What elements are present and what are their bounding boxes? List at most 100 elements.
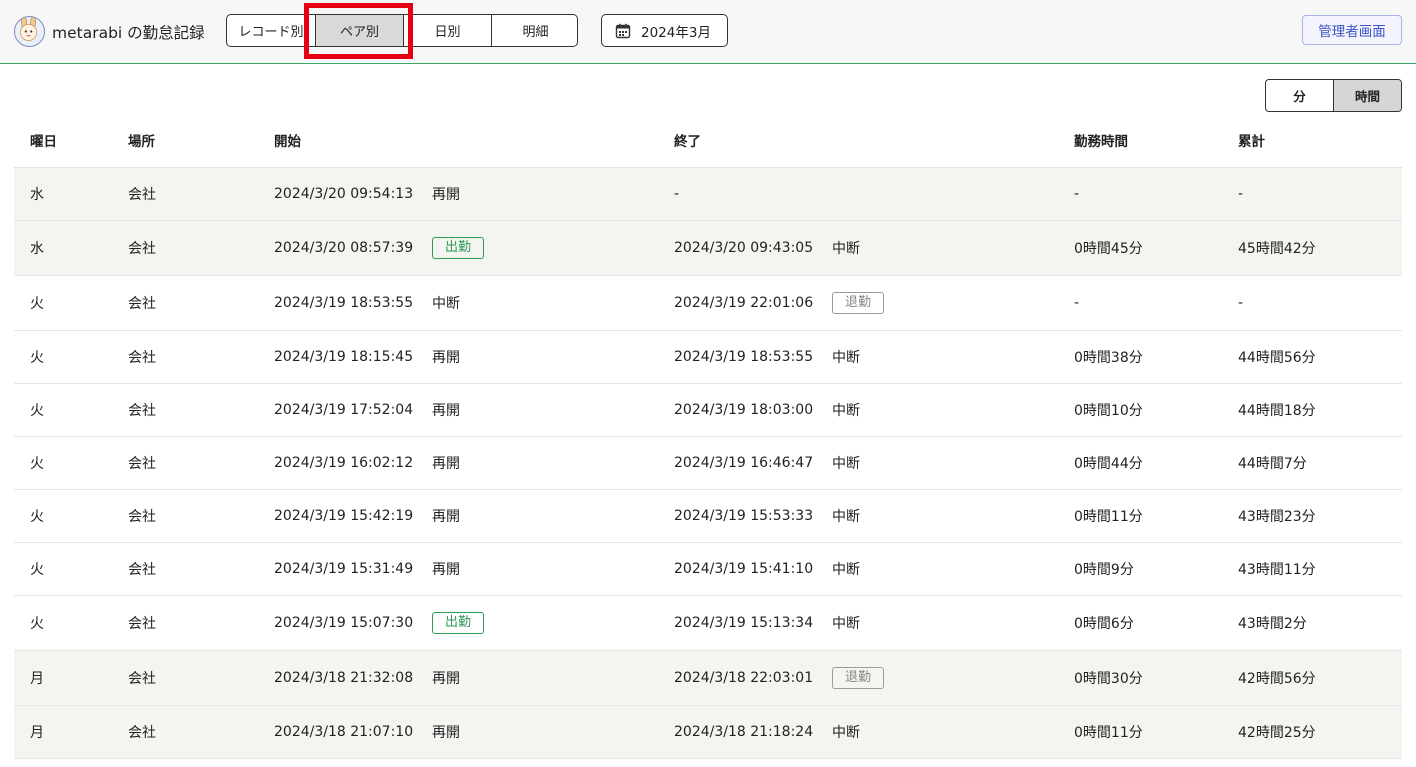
cell-start-kind: 再開 — [432, 456, 460, 472]
cell-end-kind: 中断 — [832, 725, 860, 741]
table-row: 火 会社 2024/3/19 18:53:55 中断 2024/3/19 22:01:0… — [14, 276, 1402, 331]
month-picker-button[interactable]: 2024年3月 — [601, 14, 728, 47]
cell-start-time: 2024/3/19 18:53:55 — [274, 295, 414, 311]
table-row: 火 会社 2024/3/19 17:52:04 再開 2024/3/19 18:03:0… — [14, 384, 1402, 437]
cell-end-time: 2024/3/18 22:03:01 — [674, 670, 814, 686]
cell-end-kind: 中断 — [832, 562, 860, 578]
cell-dow: 火 — [30, 350, 44, 366]
cell-work-time: 0時間11分 — [1074, 725, 1143, 741]
cell-end-time: 2024/3/19 18:03:00 — [674, 402, 814, 418]
cell-total: 44時間7分 — [1238, 456, 1307, 472]
unit-minutes-button[interactable]: 分 — [1266, 80, 1333, 111]
cell-start-time: 2024/3/20 09:54:13 — [274, 186, 414, 202]
cell-total: 43時間23分 — [1238, 509, 1316, 525]
table-row: 火 会社 2024/3/19 15:42:19 再開 2024/3/19 15:53:3… — [14, 490, 1402, 543]
cell-work-time: 0時間30分 — [1074, 671, 1143, 687]
table-row: 火 会社 2024/3/19 18:15:45 再開 2024/3/19 18:53:5… — [14, 331, 1402, 384]
cell-end-time: 2024/3/18 21:18:24 — [674, 724, 814, 740]
cell-end-kind: 中断 — [832, 403, 860, 419]
cell-dow: 火 — [30, 403, 44, 419]
unit-hours-button[interactable]: 時間 — [1333, 80, 1401, 111]
app-header: metarabi の勤怠記録 レコード別 ペア別 日別 明細 2024年3月 管… — [0, 0, 1416, 64]
table-row: 月 会社 2024/3/18 21:32:08 再開 2024/3/18 22:03:0… — [14, 651, 1402, 706]
cell-start-kind: 中断 — [432, 296, 460, 312]
cell-work-time: 0時間45分 — [1074, 241, 1143, 257]
table-row: 水 会社 2024/3/20 09:54:13 再開 - - - — [14, 168, 1402, 221]
cell-start-time: 2024/3/19 15:42:19 — [274, 508, 414, 524]
admin-screen-button[interactable]: 管理者画面 — [1302, 15, 1402, 45]
cell-total: - — [1238, 295, 1244, 311]
app-title: metarabi の勤怠記録 — [52, 24, 205, 42]
table-row: 火 会社 2024/3/19 16:02:12 再開 2024/3/19 16:46:4… — [14, 437, 1402, 490]
column-header-total: 累計 — [1238, 134, 1265, 150]
cell-start-time: 2024/3/20 08:57:39 — [274, 240, 414, 256]
cell-dow: 火 — [30, 562, 44, 578]
table-row: 水 会社 2024/3/20 08:57:39 出勤 2024/3/20 09:43:0… — [14, 221, 1402, 276]
cell-place: 会社 — [128, 725, 156, 741]
cell-start-time: 2024/3/19 16:02:12 — [274, 455, 414, 471]
cell-start-time: 2024/3/18 21:07:10 — [274, 724, 414, 740]
cell-start-time: 2024/3/19 17:52:04 — [274, 402, 414, 418]
column-header-start: 開始 — [274, 134, 301, 150]
cell-work-time: 0時間38分 — [1074, 350, 1143, 366]
cell-place: 会社 — [128, 403, 156, 419]
status-badge: 出勤 — [432, 237, 485, 259]
cell-work-time: 0時間10分 — [1074, 403, 1143, 419]
tab-by-day[interactable]: 日別 — [403, 15, 491, 46]
cell-start-time: 2024/3/19 15:31:49 — [274, 561, 414, 577]
view-tabs: レコード別 ペア別 日別 明細 — [226, 14, 578, 47]
status-badge: 退勤 — [832, 667, 885, 689]
table-row: 火 会社 2024/3/19 15:07:30 出勤 2024/3/19 15:13:3… — [14, 596, 1402, 651]
column-header-work-time: 勤務時間 — [1074, 134, 1128, 150]
cell-place: 会社 — [128, 456, 156, 472]
cell-end-time: 2024/3/19 15:13:34 — [674, 615, 814, 631]
cell-end-kind: 中断 — [832, 241, 860, 257]
cell-total: 43時間2分 — [1238, 616, 1307, 632]
cell-work-time: 0時間44分 — [1074, 456, 1143, 472]
cell-start-kind: 再開 — [432, 350, 460, 366]
cell-dow: 月 — [30, 671, 44, 687]
cell-start-kind: 再開 — [432, 509, 460, 525]
cell-start-kind: 再開 — [432, 403, 460, 419]
cell-place: 会社 — [128, 241, 156, 257]
cell-start-time: 2024/3/19 18:15:45 — [274, 349, 414, 365]
cell-start-time: 2024/3/19 15:07:30 — [274, 615, 414, 631]
cell-dow: 火 — [30, 616, 44, 632]
cell-end-time: 2024/3/19 15:53:33 — [674, 508, 814, 524]
cell-place: 会社 — [128, 671, 156, 687]
cell-end-kind: 中断 — [832, 616, 860, 632]
table-row: 月 会社 2024/3/18 21:07:10 再開 2024/3/18 21:18:2… — [14, 706, 1402, 759]
cell-work-time: 0時間11分 — [1074, 509, 1143, 525]
cell-dow: 水 — [30, 241, 44, 257]
cell-end-kind: 中断 — [832, 350, 860, 366]
cell-start-time: 2024/3/18 21:32:08 — [274, 670, 414, 686]
attendance-table: 水会社 2024/3/20 09:54:13 再開 - - - 水会社 2024/3/20 0… — [14, 168, 1402, 759]
cell-dow: 火 — [30, 509, 44, 525]
cell-work-time: 0時間6分 — [1074, 616, 1134, 632]
tab-by-pair[interactable]: ペア別 — [315, 15, 403, 46]
tab-details[interactable]: 明細 — [491, 15, 577, 46]
tab-by-record[interactable]: レコード別 — [227, 15, 315, 46]
cell-total: 42時間25分 — [1238, 725, 1316, 741]
app-logo-icon — [14, 16, 45, 47]
cell-start-kind: 再開 — [432, 562, 460, 578]
cell-total: - — [1238, 186, 1244, 202]
cell-end-time: 2024/3/20 09:43:05 — [674, 240, 814, 256]
cell-total: 45時間42分 — [1238, 241, 1316, 257]
cell-dow: 火 — [30, 296, 44, 312]
cell-place: 会社 — [128, 187, 156, 203]
cell-start-kind: 再開 — [432, 725, 460, 741]
cell-dow: 水 — [30, 187, 44, 203]
table-row: 火 会社 2024/3/19 15:31:49 再開 2024/3/19 15:41:1… — [14, 543, 1402, 596]
cell-total: 44時間18分 — [1238, 403, 1316, 419]
column-header-end: 終了 — [674, 134, 701, 150]
status-badge: 退勤 — [832, 292, 885, 314]
cell-place: 会社 — [128, 296, 156, 312]
cell-dow: 火 — [30, 456, 44, 472]
column-header-place: 場所 — [128, 134, 155, 150]
cell-end-kind: 中断 — [832, 456, 860, 472]
cell-end-time: - — [674, 186, 680, 202]
cell-end-time: 2024/3/19 16:46:47 — [674, 455, 814, 471]
cell-start-kind: 再開 — [432, 671, 460, 687]
cell-work-time: - — [1074, 295, 1080, 311]
